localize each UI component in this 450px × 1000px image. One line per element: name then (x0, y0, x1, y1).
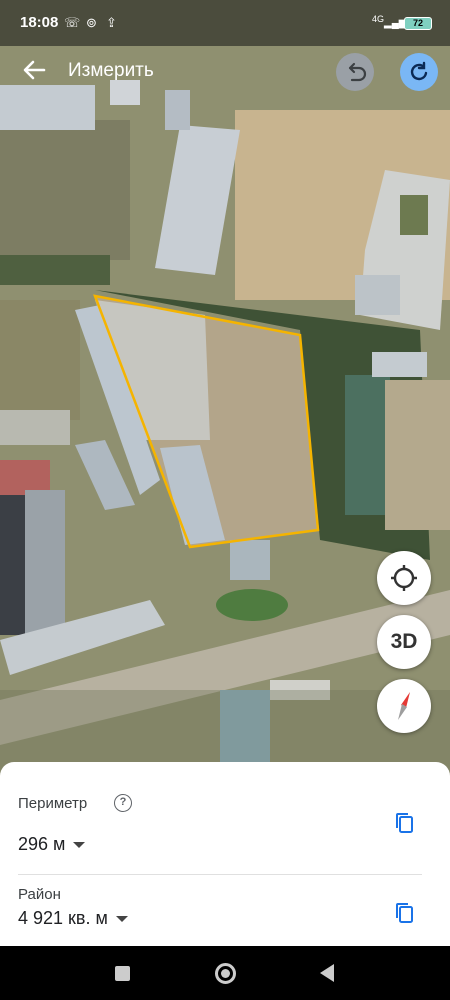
compass-button[interactable] (377, 679, 431, 733)
back-nav-button[interactable] (320, 964, 334, 982)
dropdown-caret-icon (115, 916, 128, 923)
area-label: Район (18, 886, 61, 903)
help-icon[interactable]: ? (114, 794, 132, 812)
perimeter-label: Периметр (18, 795, 88, 812)
undo-icon (348, 62, 367, 82)
vpn-icon: ⊚ (86, 15, 97, 30)
back-arrow-icon[interactable] (18, 54, 50, 86)
home-button[interactable] (215, 963, 236, 984)
perimeter-value[interactable]: 296 м (18, 834, 86, 855)
divider (18, 874, 422, 875)
area-value-text: 4 921 кв. м (18, 908, 108, 928)
upload-icon: ⇪ (106, 15, 117, 30)
status-bar: 18:08 ☏ ⊚ ⇪ 4G ▂▄▆ 72 (0, 0, 450, 46)
call-forward-icon: ☏ (64, 15, 81, 30)
status-time: 18:08 (20, 14, 59, 31)
redo-icon (410, 61, 428, 81)
copy-perimeter-icon[interactable] (394, 812, 414, 834)
network-type: 4G (372, 14, 385, 24)
recents-button[interactable] (115, 966, 130, 981)
screen: 18:08 ☏ ⊚ ⇪ 4G ▂▄▆ 72 Измерить 3D Периме… (0, 0, 450, 1000)
measurement-sheet: Периметр ? 296 м Район 4 921 кв. м (0, 762, 450, 946)
3d-toggle-button[interactable]: 3D (377, 615, 431, 669)
redo-button[interactable] (400, 53, 438, 91)
compass-icon (398, 692, 410, 720)
crosshair-icon (391, 565, 417, 591)
satellite-map[interactable] (0, 0, 450, 780)
battery-icon: 72 (404, 17, 432, 30)
system-nav-bar (0, 946, 450, 1000)
copy-area-icon[interactable] (394, 902, 414, 924)
satellite-imagery (0, 0, 450, 780)
page-title: Измерить (68, 60, 154, 81)
perimeter-value-text: 296 м (18, 834, 66, 854)
dropdown-caret-icon (73, 842, 86, 849)
app-bar: Измерить (0, 46, 450, 100)
undo-button[interactable] (336, 53, 374, 91)
my-location-button[interactable] (377, 551, 431, 605)
area-value[interactable]: 4 921 кв. м (18, 908, 128, 929)
